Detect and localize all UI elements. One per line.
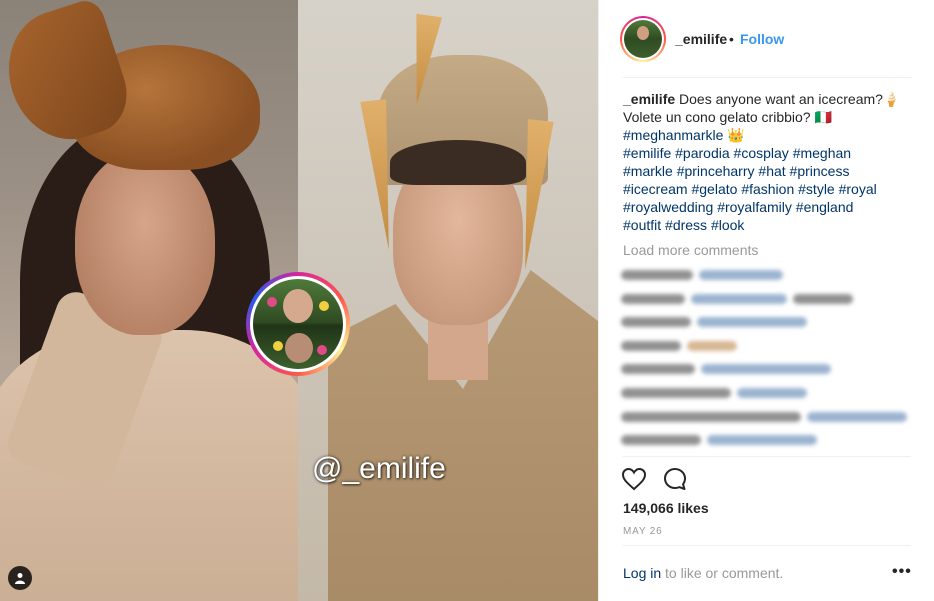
post-header: _emilife • Follow <box>599 0 934 78</box>
crown-emoji: 👑 <box>727 127 745 143</box>
caption-username[interactable]: _emilife <box>623 91 675 107</box>
separator-dot: • <box>729 31 734 47</box>
hashtag-link[interactable]: #princeharry <box>677 163 755 179</box>
hashtag-link[interactable]: #style <box>798 181 835 197</box>
footer-divider <box>623 545 911 546</box>
hashtag-link[interactable]: #royalwedding <box>623 199 713 215</box>
hashtag-link[interactable]: #parodia <box>675 145 730 161</box>
hashtags-row-2: #markle #princeharry #hat #princess <box>623 162 913 180</box>
hashtag-link[interactable]: #hat <box>758 163 785 179</box>
hashtags-row-5: #outfit #dress #look <box>623 216 913 234</box>
comment-item <box>621 362 921 376</box>
comment-item <box>621 410 921 424</box>
blurred-comments-list <box>621 268 921 457</box>
hashtag-link[interactable]: #royal <box>839 181 877 197</box>
hashtags-row-3: #icecream #gelato #fashion #style #royal <box>623 180 913 198</box>
caption-text-line2: Volete un cono gelato cribbio? 🇮🇹 <box>623 109 832 125</box>
comment-item <box>621 433 921 447</box>
header-divider <box>623 77 911 78</box>
user-tag-icon[interactable] <box>8 566 32 590</box>
hashtags-row-4: #royalwedding #royalfamily #england <box>623 198 913 216</box>
hashtag-link[interactable]: #gelato <box>691 181 737 197</box>
hashtags-row-1: #emilife #parodia #cosplay #meghan <box>623 144 913 162</box>
hashtag-link[interactable]: #icecream <box>623 181 688 197</box>
post-date[interactable]: MAY 26 <box>623 526 662 537</box>
actions-divider <box>623 456 911 457</box>
follow-button[interactable]: Follow <box>740 31 784 47</box>
photo-watermark: @_emilife <box>312 452 446 485</box>
comment-item <box>621 292 921 306</box>
comment-item <box>621 386 921 400</box>
hashtag-link[interactable]: #princess <box>790 163 850 179</box>
hashtag-link[interactable]: #dress <box>665 217 707 233</box>
post-image[interactable]: @_emilife <box>0 0 598 601</box>
hashtag-link[interactable]: #royalfamily <box>717 199 792 215</box>
post-caption: _emilife Does anyone want an icecream?🍦 … <box>623 90 913 234</box>
avatar[interactable] <box>620 16 666 62</box>
comment-item <box>621 315 921 329</box>
caption-text-line1: Does anyone want an icecream?🍦 <box>679 91 901 107</box>
hashtag-link[interactable]: #meghan <box>793 145 851 161</box>
hashtag-link[interactable]: #meghanmarkle <box>623 127 723 143</box>
more-options-icon[interactable]: ••• <box>892 563 912 581</box>
comment-icon[interactable] <box>663 467 687 491</box>
hashtag-link[interactable]: #emilife <box>623 145 671 161</box>
likes-count[interactable]: 149,066 likes <box>623 500 709 516</box>
hashtag-link[interactable]: #england <box>796 199 854 215</box>
username-link[interactable]: _emilife <box>675 31 727 47</box>
story-avatar-overlay <box>246 272 350 376</box>
hashtag-link[interactable]: #fashion <box>741 181 794 197</box>
hashtag-link[interactable]: #outfit <box>623 217 661 233</box>
hashtag-link[interactable]: #look <box>711 217 744 233</box>
login-prompt-text: to like or comment. <box>661 565 784 581</box>
hashtag-link[interactable]: #cosplay <box>734 145 789 161</box>
login-prompt: Log in to like or comment. <box>623 565 783 581</box>
comment-item <box>621 339 921 353</box>
heart-icon[interactable] <box>621 467 647 491</box>
login-link[interactable]: Log in <box>623 565 661 581</box>
post-sidebar: _emilife • Follow _emilife Does anyone w… <box>598 0 934 601</box>
comment-item <box>621 268 921 282</box>
load-more-comments[interactable]: Load more comments <box>623 242 758 258</box>
hashtag-link[interactable]: #markle <box>623 163 673 179</box>
